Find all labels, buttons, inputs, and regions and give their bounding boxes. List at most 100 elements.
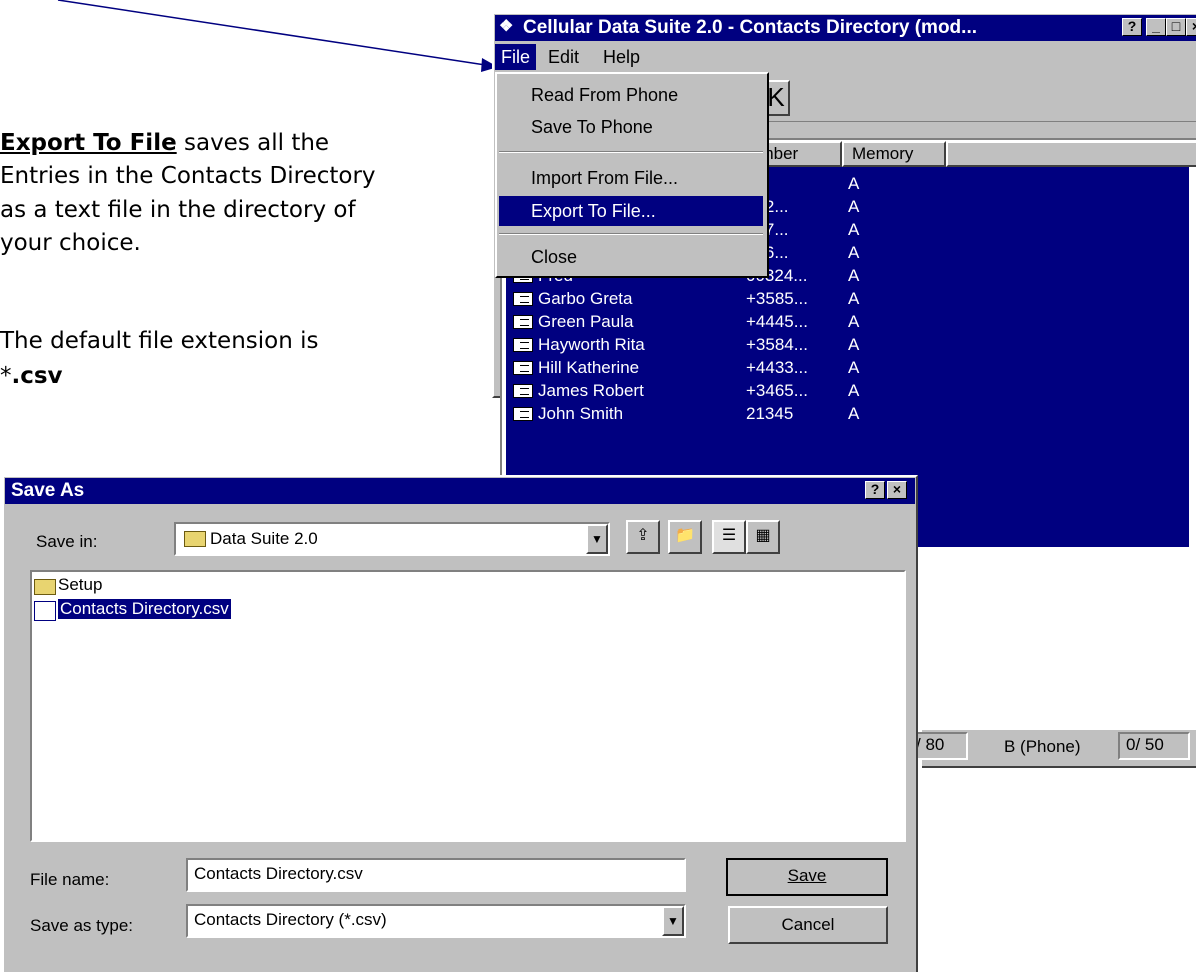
note-title: Export To File — [0, 130, 177, 156]
dialog-close-icon[interactable]: × — [887, 481, 907, 499]
cancel-button-label: Cancel — [781, 915, 835, 934]
minimize-button[interactable]: _ — [1146, 18, 1166, 36]
up-folder-button[interactable]: ⇪ — [626, 520, 660, 554]
save-as-type-label: Save as type: — [30, 916, 134, 935]
contact-memory: A — [848, 335, 860, 354]
table-row[interactable]: James Robert +3465... A — [510, 379, 930, 402]
table-row[interactable]: Hayworth Rita +3584... A — [510, 333, 930, 356]
folder-icon — [34, 579, 56, 595]
list-view-button[interactable]: ☰ — [712, 520, 746, 554]
toolbar-button-glyph: K — [767, 82, 785, 112]
phone-count-text: 0/ 50 — [1126, 735, 1164, 754]
ext-prefix: * — [0, 363, 12, 389]
status-sim-count: / 80 — [912, 732, 968, 760]
contact-number: +4445... — [746, 312, 808, 331]
type-chevron-down-icon[interactable]: ▼ — [662, 906, 684, 936]
note-line-1: Export To File saves all the — [0, 127, 329, 160]
table-row[interactable]: Hill Katherine +4433... A — [510, 356, 930, 379]
save-in-value: Data Suite 2.0 — [210, 529, 318, 548]
menu-export-to-file[interactable]: Export To File... — [499, 196, 763, 226]
dialog-help-button[interactable]: ? — [865, 481, 885, 499]
note-line-2: Entries in the Contacts Directory — [0, 163, 376, 189]
note-line-4: your choice. — [0, 230, 141, 256]
window-bottom-edge — [922, 766, 1196, 768]
contact-memory: A — [848, 404, 860, 423]
maximize-button[interactable]: □ — [1166, 18, 1186, 36]
menu-bar: File Edit Help — [495, 44, 1196, 70]
sim-count-text: / 80 — [916, 735, 945, 754]
note-line-6: *.csv — [0, 360, 63, 393]
menu-close[interactable]: Close — [499, 242, 763, 272]
save-as-title: Save As — [11, 480, 85, 501]
contact-card-icon — [513, 407, 533, 421]
contact-name: Garbo Greta — [538, 289, 633, 308]
header-filler — [946, 141, 1196, 167]
save-as-type-value: Contacts Directory (*.csv) — [194, 910, 387, 929]
save-button[interactable]: Save — [726, 858, 888, 896]
menu-save-to-phone[interactable]: Save To Phone — [499, 112, 763, 142]
contact-card-icon — [513, 338, 533, 352]
menu-help[interactable]: Help — [597, 44, 646, 70]
main-title: Cellular Data Suite 2.0 - Contacts Direc… — [523, 17, 977, 38]
contact-memory: A — [848, 381, 860, 400]
app-icon: ❖ — [499, 18, 514, 35]
main-titlebar: ❖ Cellular Data Suite 2.0 - Contacts Dir… — [495, 15, 1196, 41]
contact-card-icon — [513, 292, 533, 306]
contact-number: +3465... — [746, 381, 808, 400]
header-memory-label: Memory — [852, 144, 914, 163]
file-name-label: File name: — [30, 870, 110, 889]
contact-name: Hayworth Rita — [538, 335, 645, 354]
save-as-titlebar: Save As ? × — [5, 478, 915, 504]
contact-memory: A — [848, 243, 860, 262]
contact-name: John Smith — [538, 404, 624, 423]
ext-bold: .csv — [11, 363, 63, 389]
save-button-label: Save — [787, 866, 827, 885]
chevron-down-icon[interactable]: ▼ — [586, 524, 608, 554]
status-phone-label: B (Phone) — [1004, 737, 1081, 756]
contact-number: +3584... — [746, 335, 808, 354]
file-item-setup-label: Setup — [58, 575, 103, 594]
contact-memory: A — [848, 266, 860, 285]
save-as-type-select[interactable]: Contacts Directory (*.csv) ▼ — [186, 904, 686, 938]
table-row[interactable]: John Smith 21345 A — [510, 402, 930, 425]
contact-name: Green Paula — [538, 312, 634, 331]
header-memory[interactable]: Memory — [842, 141, 946, 167]
menu-read-from-phone[interactable]: Read From Phone — [499, 80, 763, 110]
contact-number: 21345 — [746, 404, 794, 423]
new-folder-button[interactable]: 📁 — [668, 520, 702, 554]
help-button[interactable]: ? — [1122, 18, 1142, 36]
file-name-value: Contacts Directory.csv — [194, 864, 363, 883]
annotation-arrow — [57, 0, 498, 72]
contact-memory: A — [848, 289, 860, 308]
contact-memory: A — [848, 220, 860, 239]
contact-number: +3585... — [746, 289, 808, 308]
note-line-5: The default file extension is — [0, 328, 319, 354]
table-row[interactable]: Garbo Greta +3585... A — [510, 287, 930, 310]
menu-import-from-file[interactable]: Import From File... — [499, 163, 763, 193]
contact-card-icon — [513, 361, 533, 375]
menu-separator-1 — [499, 151, 763, 153]
close-icon[interactable]: × — [1186, 18, 1196, 36]
table-row[interactable]: Green Paula +4445... A — [510, 310, 930, 333]
contact-memory: A — [848, 197, 860, 216]
file-name-input[interactable]: Contacts Directory.csv — [186, 858, 686, 892]
contact-memory: A — [848, 174, 860, 193]
menu-edit[interactable]: Edit — [542, 44, 585, 70]
contact-memory: A — [848, 358, 860, 377]
note-line-3: as a text file in the directory of — [0, 197, 356, 223]
note-line1-rest: saves all the — [176, 130, 330, 156]
save-in-label: Save in: — [36, 532, 98, 551]
folder-open-icon — [184, 531, 206, 547]
contact-card-icon — [513, 315, 533, 329]
csv-file-icon — [34, 601, 56, 621]
contact-number: +4433... — [746, 358, 808, 377]
cancel-button[interactable]: Cancel — [728, 906, 888, 944]
save-in-select[interactable]: Data Suite 2.0 ▼ — [174, 522, 610, 556]
status-phone-count: 0/ 50 — [1118, 732, 1190, 760]
menu-file[interactable]: File — [495, 44, 537, 70]
contact-name: Hill Katherine — [538, 358, 640, 377]
details-view-button[interactable]: ▦ — [746, 520, 780, 554]
menu-separator-2 — [499, 233, 763, 235]
contact-memory: A — [848, 312, 860, 331]
contact-card-icon — [513, 384, 533, 398]
